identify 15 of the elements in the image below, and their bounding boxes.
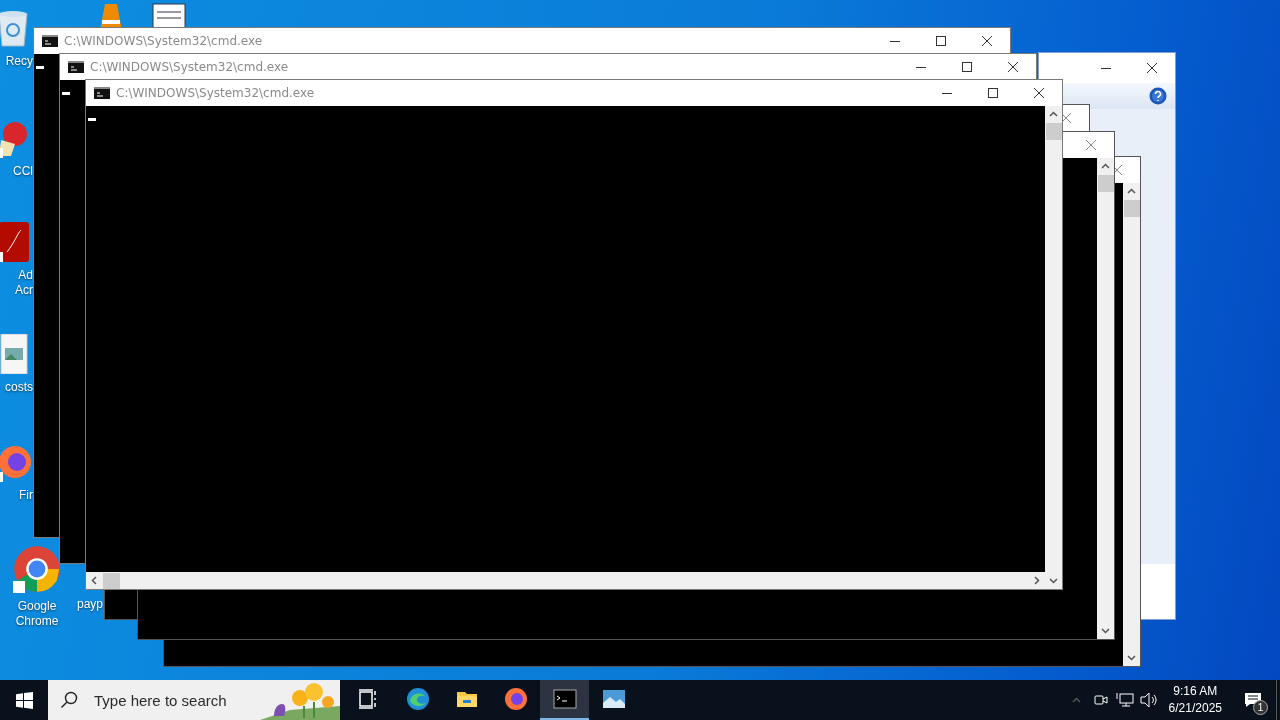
icon-label: CCl <box>13 164 33 179</box>
window-title: C:\WINDOWS\System32\cmd.exe <box>64 34 264 48</box>
window-title: C:\WINDOWS\System32\cmd.exe <box>90 60 290 74</box>
icon-label: payp <box>76 597 103 612</box>
notifications-button[interactable]: 1 <box>1230 680 1276 720</box>
search-input[interactable]: Type here to search <box>92 690 272 710</box>
window-title: C:\WINDOWS\System32\cmd.exe <box>116 86 316 100</box>
icon-label: costs <box>5 380 33 395</box>
icon-label: Ad Acr <box>15 268 33 298</box>
clock[interactable]: 9:16 AM 6/21/2025 <box>1160 683 1230 717</box>
notification-count: 1 <box>1253 700 1268 715</box>
search-field[interactable]: Type here to search <box>48 680 340 720</box>
icon-label: Recy <box>5 54 33 69</box>
icon-label: Google Chrome <box>15 599 59 629</box>
icon-label: Fir <box>19 488 33 503</box>
